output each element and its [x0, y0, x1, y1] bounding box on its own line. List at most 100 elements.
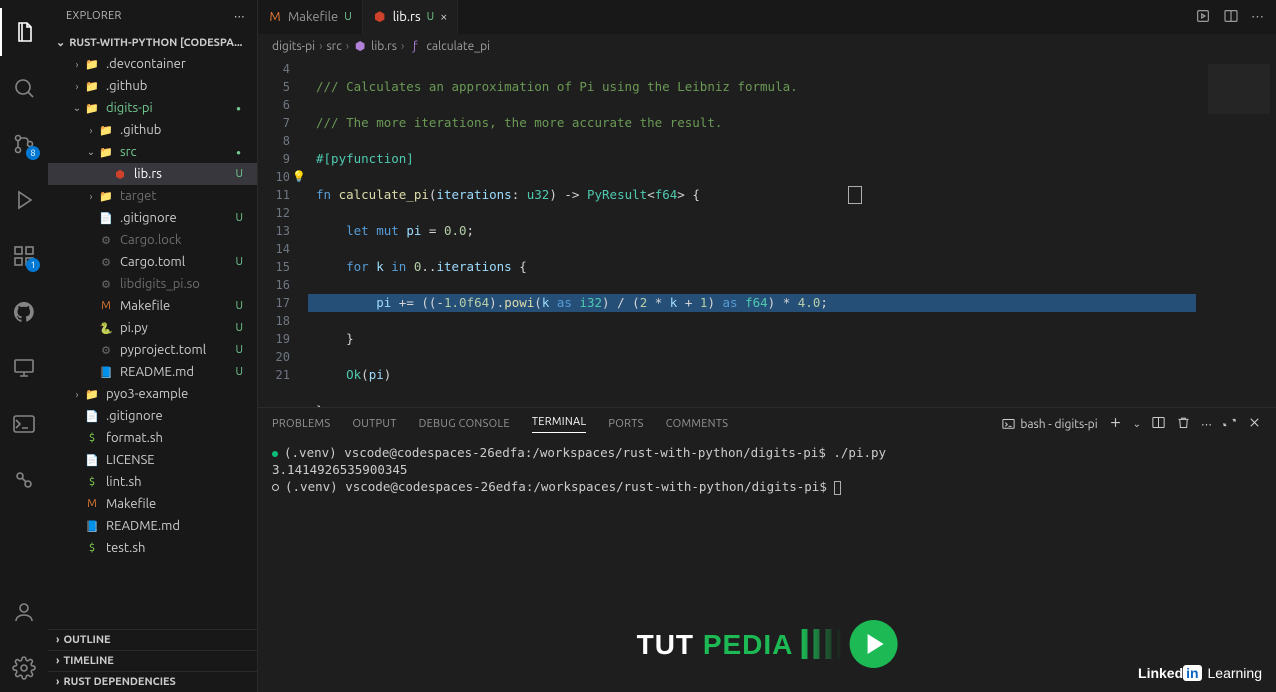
maximize-panel-icon[interactable]: [1222, 415, 1237, 433]
tree-item-license[interactable]: 📄LICENSE: [48, 449, 257, 471]
tree-item-pyproject-toml[interactable]: ⚙pyproject.tomlU: [48, 339, 257, 361]
file-name: digits-pi: [106, 101, 153, 115]
close-icon[interactable]: ×: [440, 10, 447, 24]
tree-item--gitignore[interactable]: 📄.gitignore: [48, 405, 257, 427]
explorer-icon[interactable]: [0, 8, 48, 56]
tab-status: U: [344, 11, 352, 23]
tab-output[interactable]: OUTPUT: [352, 418, 396, 430]
rust-icon: ⬢: [353, 39, 367, 53]
line-number: 4: [258, 60, 308, 78]
line-number: 18: [258, 312, 308, 330]
tree-item--github[interactable]: ›📁.github: [48, 119, 257, 141]
tree-item--devcontainer[interactable]: ›📁.devcontainer: [48, 53, 257, 75]
file-name: README.md: [120, 365, 194, 379]
tree-item-lib-rs[interactable]: ⬢lib.rsU: [48, 163, 257, 185]
file-name: Cargo.lock: [120, 233, 181, 247]
tree-item-makefile[interactable]: MMakefileU: [48, 295, 257, 317]
terminal-label: bash - digits-pi: [1020, 418, 1097, 431]
minimap-viewport[interactable]: [1208, 64, 1270, 114]
file-name: format.sh: [106, 431, 163, 445]
tree-item-readme-md[interactable]: 📘README.mdU: [48, 361, 257, 383]
file-name: test.sh: [106, 541, 145, 555]
terminal-content[interactable]: (.venv) vscode@codespaces-26edfa:/worksp…: [258, 440, 1276, 692]
accounts-icon[interactable]: [0, 588, 48, 636]
chevron-right-icon: ›: [346, 40, 349, 53]
breadcrumb-part[interactable]: digits-pi: [272, 40, 315, 53]
git-status: U: [235, 300, 249, 312]
tree-item-target[interactable]: ›📁target: [48, 185, 257, 207]
tree-item-libdigits-pi-so[interactable]: ⚙libdigits_pi.so: [48, 273, 257, 295]
split-terminal-icon[interactable]: [1151, 415, 1166, 433]
folder-icon: 📁: [98, 188, 114, 204]
tree-item-src[interactable]: ⌄📁src●: [48, 141, 257, 163]
live-share-icon[interactable]: [0, 456, 48, 504]
tab-problems[interactable]: PROBLEMS: [272, 418, 330, 430]
tree-item-makefile[interactable]: MMakefile: [48, 493, 257, 515]
run-debug-icon[interactable]: [0, 176, 48, 224]
file-name: src: [120, 145, 137, 159]
makefile-icon: M: [268, 10, 282, 24]
git-status: U: [235, 256, 249, 268]
more-icon[interactable]: ⋯: [1251, 10, 1264, 25]
chevron-right-icon: ›: [84, 125, 98, 136]
breadcrumb-part[interactable]: lib.rs: [371, 40, 397, 53]
settings-gear-icon[interactable]: [0, 644, 48, 692]
py-icon: 🐍: [98, 320, 114, 336]
terminal-picker[interactable]: bash - digits-pi: [1001, 417, 1097, 432]
activity-bar: 8 1: [0, 0, 48, 692]
source-control-icon[interactable]: 8: [0, 120, 48, 168]
tree-item-pi-py[interactable]: 🐍pi.pyU: [48, 317, 257, 339]
kill-terminal-icon[interactable]: [1176, 415, 1191, 433]
timeline-section[interactable]: › TIMELINE: [48, 650, 257, 671]
tab-ports[interactable]: PORTS: [608, 418, 643, 430]
search-icon[interactable]: [0, 64, 48, 112]
line-number: 10💡: [258, 168, 308, 186]
new-terminal-icon[interactable]: [1108, 415, 1123, 433]
chevron-down-icon[interactable]: ⌄: [1133, 418, 1141, 430]
tree-item--gitignore[interactable]: 📄.gitignoreU: [48, 207, 257, 229]
workspace-section[interactable]: ⌄ RUST-WITH-PYTHON [CODESPA...: [48, 32, 257, 53]
tab-debug-console[interactable]: DEBUG CONSOLE: [419, 418, 510, 430]
minimap[interactable]: [1196, 58, 1276, 407]
tab-comments[interactable]: COMMENTS: [666, 418, 729, 430]
tab-terminal[interactable]: TERMINAL: [532, 416, 587, 433]
extensions-icon[interactable]: 1: [0, 232, 48, 280]
breadcrumb-part[interactable]: calculate_pi: [426, 40, 490, 53]
remote-explorer-icon[interactable]: [0, 344, 48, 392]
breadcrumb-part[interactable]: src: [326, 40, 341, 53]
run-icon[interactable]: [1195, 8, 1211, 27]
tree-item-format-sh[interactable]: $format.sh: [48, 427, 257, 449]
line-number: 19: [258, 330, 308, 348]
more-icon[interactable]: ⋯: [234, 10, 245, 23]
rust-deps-section[interactable]: › RUST DEPENDENCIES: [48, 671, 257, 692]
github-icon[interactable]: [0, 288, 48, 336]
editor[interactable]: 45678910💡1112131415161718192021 /// Calc…: [258, 58, 1276, 407]
chevron-down-icon: ⌄: [56, 36, 65, 49]
tree-item--github[interactable]: ›📁.github: [48, 75, 257, 97]
codespaces-icon[interactable]: [0, 400, 48, 448]
more-icon[interactable]: ⋯: [1201, 418, 1212, 431]
folder-icon: 📁: [84, 78, 100, 94]
chevron-right-icon: ›: [70, 389, 84, 400]
chevron-right-icon: ›: [70, 81, 84, 92]
tree-item-digits-pi[interactable]: ⌄📁digits-pi●: [48, 97, 257, 119]
folder-icon: 📁: [84, 386, 100, 402]
tab-librs[interactable]: ⬢ lib.rs U ×: [363, 0, 459, 34]
tab-makefile[interactable]: M Makefile U: [258, 0, 363, 34]
tree-item-cargo-lock[interactable]: ⚙Cargo.lock: [48, 229, 257, 251]
close-panel-icon[interactable]: [1247, 415, 1262, 433]
code-content[interactable]: /// Calculates an approximation of Pi us…: [308, 58, 1196, 407]
chevron-right-icon: ›: [56, 655, 59, 667]
sidebar-header: EXPLORER ⋯: [48, 0, 257, 32]
tree-item-readme-md[interactable]: 📘README.md: [48, 515, 257, 537]
tree-item-pyo3-example[interactable]: ›📁pyo3-example: [48, 383, 257, 405]
outline-section[interactable]: › OUTLINE: [48, 629, 257, 650]
tree-item-cargo-toml[interactable]: ⚙Cargo.tomlU: [48, 251, 257, 273]
tree-item-lint-sh[interactable]: $lint.sh: [48, 471, 257, 493]
split-editor-icon[interactable]: [1223, 8, 1239, 27]
lightbulb-icon[interactable]: 💡: [292, 168, 306, 186]
git-status: U: [235, 322, 249, 334]
tree-item-test-sh[interactable]: $test.sh: [48, 537, 257, 559]
breadcrumb[interactable]: digits-pi › src › ⬢ lib.rs › ƒ calculate…: [258, 34, 1276, 58]
file-name: .gitignore: [120, 211, 177, 225]
